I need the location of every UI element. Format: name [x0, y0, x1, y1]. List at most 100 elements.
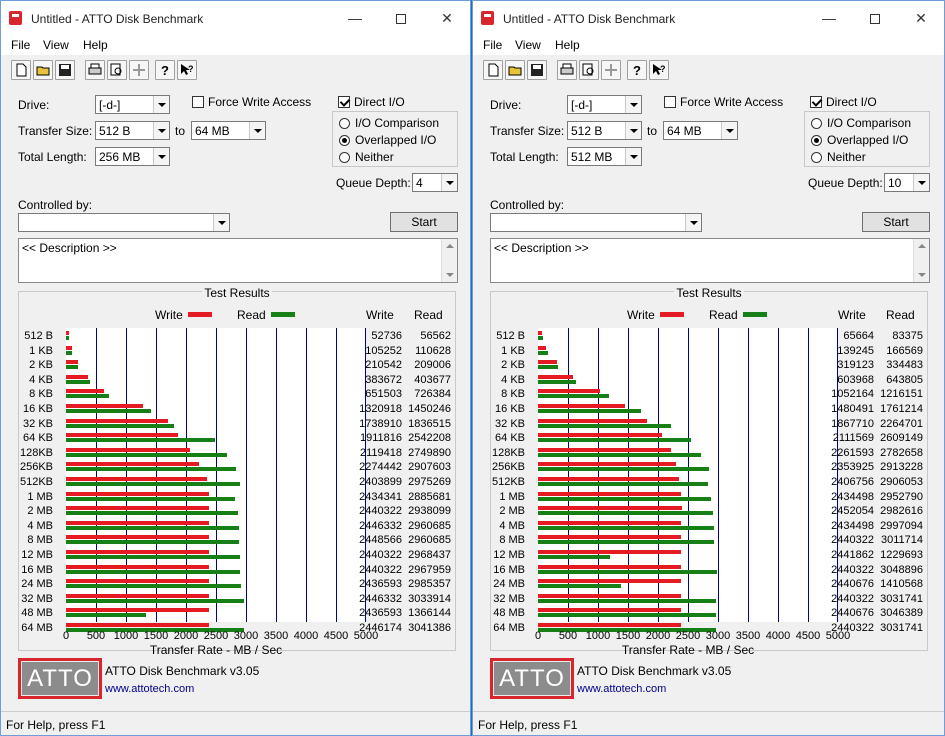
maximize-button[interactable]	[852, 1, 898, 35]
controlled-by-select[interactable]	[490, 213, 702, 232]
neither-label: Neither	[355, 150, 394, 164]
atto-logo: ATTO	[490, 658, 574, 699]
benchmark-window-left: Untitled - ATTO Disk Benchmark — ✕ File …	[0, 0, 471, 736]
overlapped-io-radio[interactable]	[339, 135, 350, 146]
queue-depth-select[interactable]: 4	[412, 173, 458, 192]
minimize-button[interactable]: —	[806, 1, 852, 35]
menu-file[interactable]: File	[483, 38, 502, 52]
io-comparison-radio[interactable]	[811, 118, 822, 129]
context-help-button[interactable]: ?	[177, 60, 197, 80]
description-box[interactable]: << Description >>	[490, 238, 930, 283]
chevron-down-icon[interactable]	[625, 148, 641, 165]
total-length-select[interactable]: 256 MB	[95, 147, 170, 166]
drive-select[interactable]: [-d-]	[567, 95, 642, 114]
chevron-down-icon[interactable]	[913, 174, 929, 191]
y-axis-label: 256KB	[491, 461, 525, 474]
direct-io-checkbox[interactable]	[810, 96, 822, 108]
write-bar	[66, 345, 73, 350]
drive-select[interactable]: [-d-]	[95, 95, 170, 114]
read-bar	[66, 555, 240, 559]
about-button[interactable]: ?	[627, 60, 647, 80]
title-bar[interactable]: Untitled - ATTO Disk Benchmark — ✕	[1, 1, 470, 35]
maximize-button[interactable]	[378, 1, 424, 35]
y-axis-label: 512 B	[24, 330, 53, 342]
write-bar	[66, 564, 209, 569]
transfer-size-to-select[interactable]: 64 MB	[191, 121, 266, 140]
read-bar	[538, 379, 576, 384]
close-button[interactable]: ✕	[424, 1, 470, 35]
description-scrollbar[interactable]	[913, 239, 929, 282]
save-button[interactable]	[55, 60, 75, 80]
new-file-button[interactable]	[483, 60, 503, 80]
chevron-down-icon[interactable]	[625, 122, 641, 139]
title-bar[interactable]: Untitled - ATTO Disk Benchmark — ✕	[473, 1, 944, 35]
chevron-down-icon[interactable]	[625, 96, 641, 113]
write-bar	[538, 389, 600, 394]
print-preview-button[interactable]	[579, 60, 599, 80]
direct-io-checkbox[interactable]	[338, 96, 350, 108]
write-value: 1052164	[831, 388, 874, 401]
print-button[interactable]	[557, 60, 577, 80]
queue-depth-select[interactable]: 10	[884, 173, 930, 192]
context-help-button[interactable]: ?	[649, 60, 669, 80]
menu-help[interactable]: Help	[555, 38, 580, 52]
force-write-checkbox[interactable]	[664, 96, 676, 108]
transfer-size-from-select[interactable]: 512 B	[567, 121, 642, 140]
atto-app-icon	[481, 11, 494, 25]
new-file-button[interactable]	[11, 60, 31, 80]
print-preview-button[interactable]	[107, 60, 127, 80]
chevron-down-icon[interactable]	[441, 174, 457, 191]
close-button[interactable]: ✕	[898, 1, 944, 35]
transfer-size-to-select[interactable]: 64 MB	[663, 121, 738, 140]
open-folder-button[interactable]	[505, 60, 525, 80]
write-value: 2436593	[359, 607, 402, 620]
open-folder-button[interactable]	[33, 60, 53, 80]
chevron-down-icon[interactable]	[153, 96, 169, 113]
neither-radio[interactable]	[339, 152, 350, 163]
chevron-down-icon[interactable]	[721, 122, 737, 139]
write-bar	[66, 593, 210, 598]
legend-read-swatch	[271, 312, 295, 317]
about-button[interactable]: ?	[155, 60, 175, 80]
neither-radio[interactable]	[811, 152, 822, 163]
read-bar	[66, 379, 90, 384]
overlapped-io-radio[interactable]	[811, 135, 822, 146]
question-mark-icon: ?	[161, 63, 169, 77]
menu-view[interactable]: View	[515, 38, 541, 52]
transfer-size-from-select[interactable]: 512 B	[95, 121, 170, 140]
read-bar	[538, 555, 611, 559]
write-bar	[538, 608, 681, 613]
start-button[interactable]: Start	[862, 212, 930, 232]
website-link[interactable]: www.attotech.com	[577, 683, 666, 695]
menu-file[interactable]: File	[11, 38, 30, 52]
force-write-checkbox[interactable]	[192, 96, 204, 108]
start-button[interactable]: Start	[390, 212, 458, 232]
io-comparison-radio[interactable]	[339, 118, 350, 129]
move-button[interactable]	[129, 60, 149, 80]
print-button[interactable]	[85, 60, 105, 80]
total-length-select[interactable]: 512 MB	[567, 147, 642, 166]
chevron-down-icon[interactable]	[153, 122, 169, 139]
grid-line	[778, 328, 779, 622]
chevron-down-icon[interactable]	[153, 148, 169, 165]
transfer-size-label: Transfer Size:	[490, 124, 565, 138]
write-bar	[66, 579, 209, 584]
move-button[interactable]	[601, 60, 621, 80]
read-bar	[538, 482, 709, 486]
y-axis-label: 512KB	[19, 476, 53, 488]
description-box[interactable]: << Description >>	[18, 238, 458, 283]
controlled-by-select[interactable]	[18, 213, 230, 232]
save-button[interactable]	[527, 60, 547, 80]
menu-help[interactable]: Help	[83, 38, 108, 52]
chevron-down-icon[interactable]	[685, 214, 701, 231]
write-value: 2434341	[359, 490, 402, 503]
description-scrollbar[interactable]	[441, 239, 457, 282]
transfer-rate-chart	[66, 328, 366, 632]
chevron-down-icon[interactable]	[249, 122, 265, 139]
chevron-down-icon[interactable]	[213, 214, 229, 231]
grid-line	[246, 328, 247, 622]
minimize-button[interactable]: —	[332, 1, 378, 35]
website-link[interactable]: www.attotech.com	[105, 683, 194, 695]
menu-view[interactable]: View	[43, 38, 69, 52]
read-bar	[538, 598, 716, 603]
